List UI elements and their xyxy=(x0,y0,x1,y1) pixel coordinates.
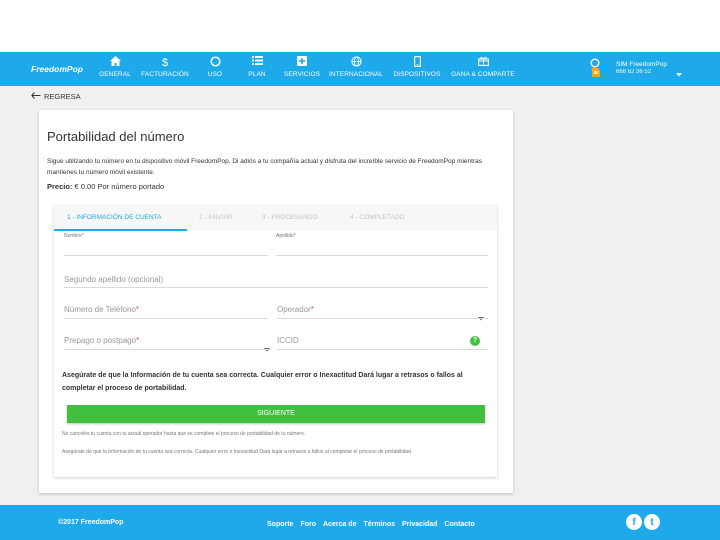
step-1[interactable]: 1 - INFORMACIÓN DE CUENTA xyxy=(67,214,162,221)
footer-link-acerca[interactable]: Acerca de xyxy=(323,521,356,528)
list-icon xyxy=(245,56,269,70)
top-navbar: FreedomPop GENERAL $ FACTURACIÓN USO PLA… xyxy=(0,52,720,86)
user-phone: 668 62 36 52 xyxy=(616,69,652,75)
prepago-chevron-down-icon[interactable] xyxy=(264,339,270,357)
price-line: Precio: € 0.00 Por número portado xyxy=(47,182,164,191)
back-label: REGRESA xyxy=(44,92,81,101)
footer-link-foro[interactable]: Foro xyxy=(300,521,316,528)
nav-item-plan[interactable]: PLAN xyxy=(245,56,269,78)
logo[interactable]: FreedomPop xyxy=(31,64,83,74)
nav-item-servicios[interactable]: SERVICIOS xyxy=(282,56,322,78)
home-icon xyxy=(98,56,132,70)
next-button[interactable]: SIGUIENTE xyxy=(67,405,485,423)
nav-item-uso[interactable]: USO xyxy=(203,56,227,78)
nombre-label: Nombre* xyxy=(64,233,84,239)
step-4: 4 - COMPLETADO xyxy=(350,214,405,221)
step-3: 3 - PROCESANDO xyxy=(262,214,318,221)
nav-item-internacional[interactable]: INTERNACIONAL xyxy=(327,56,385,78)
portability-card: Portabilidad del número Sigue utilizando… xyxy=(39,110,513,493)
globe-icon xyxy=(327,56,385,70)
top-blank-area xyxy=(0,0,720,52)
nombre-input[interactable] xyxy=(64,255,268,256)
iccid-input[interactable]: ICCID xyxy=(277,336,299,345)
facebook-icon[interactable]: f xyxy=(626,514,642,530)
nav-item-general[interactable]: GENERAL xyxy=(98,56,132,78)
stepper: 1 - INFORMACIÓN DE CUENTA 2 - ENVIAR 3 -… xyxy=(54,205,497,231)
arrow-left-icon xyxy=(31,92,41,101)
operador-underline xyxy=(277,318,488,319)
prepago-underline xyxy=(64,349,271,350)
operador-chevron-down-icon[interactable] xyxy=(478,308,484,326)
help-icon[interactable]: ? xyxy=(470,336,480,346)
accuracy-note: Asegúrate de que la Información de tu cu… xyxy=(62,449,413,455)
sim-card-icon xyxy=(590,58,604,83)
page-title: Portabilidad del número xyxy=(47,129,185,144)
footer-link-privacidad[interactable]: Privacidad xyxy=(402,521,437,528)
telefono-input[interactable]: Número de Teléfono* xyxy=(64,305,139,314)
prepago-select[interactable]: Prepago o postpago* xyxy=(64,336,139,345)
apellido-label: Apellido* xyxy=(276,233,296,239)
apellido-input[interactable] xyxy=(276,255,488,256)
intro-text: Sigue utilizando tu número en tu disposi… xyxy=(47,158,482,176)
portability-form: 1 - INFORMACIÓN DE CUENTA 2 - ENVIAR 3 -… xyxy=(54,205,497,477)
footer: ©2017 FreedomPop Soporte Foro Acerca de … xyxy=(0,505,720,540)
circle-icon xyxy=(203,56,227,70)
footer-link-soporte[interactable]: Soporte xyxy=(267,521,293,528)
footer-links: Soporte Foro Acerca de Términos Privacid… xyxy=(267,521,475,528)
twitter-icon[interactable]: t xyxy=(644,514,660,530)
telefono-underline xyxy=(64,318,268,319)
iccid-underline xyxy=(277,349,488,350)
back-link[interactable]: REGRESA xyxy=(31,92,81,101)
user-name: SIM FreedomPop xyxy=(616,61,667,68)
price-label: Precio: xyxy=(47,182,73,191)
nav-item-facturacion[interactable]: $ FACTURACIÓN xyxy=(139,56,191,78)
phone-icon xyxy=(392,56,442,70)
segundo-apellido-underline xyxy=(64,287,488,288)
footer-link-terminos[interactable]: Términos xyxy=(363,521,395,528)
plus-box-icon xyxy=(282,56,322,70)
segundo-apellido-input[interactable]: Segundo apellido (opcional) xyxy=(64,275,163,284)
copyright: ©2017 FreedomPop xyxy=(58,519,124,526)
nav-item-gana-comparte[interactable]: GANA & COMPARTE xyxy=(448,56,518,78)
chevron-down-icon xyxy=(676,64,682,82)
dollar-icon: $ xyxy=(161,57,169,69)
footer-link-contacto[interactable]: Contacto xyxy=(444,521,474,528)
gift-icon xyxy=(448,56,518,70)
step-2: 2 - ENVIAR xyxy=(199,214,233,221)
price-value: € 0.00 Por número portado xyxy=(74,182,165,191)
active-step-indicator xyxy=(54,229,187,231)
nav-item-dispositivos[interactable]: DISPOSITIVOS xyxy=(392,56,442,78)
operador-select[interactable]: Operador* xyxy=(277,305,314,314)
cancel-note: No canceles tu cuenta con tu actual oper… xyxy=(62,431,306,437)
accuracy-warning: Asegúrate de que la Información de tu cu… xyxy=(62,372,463,392)
